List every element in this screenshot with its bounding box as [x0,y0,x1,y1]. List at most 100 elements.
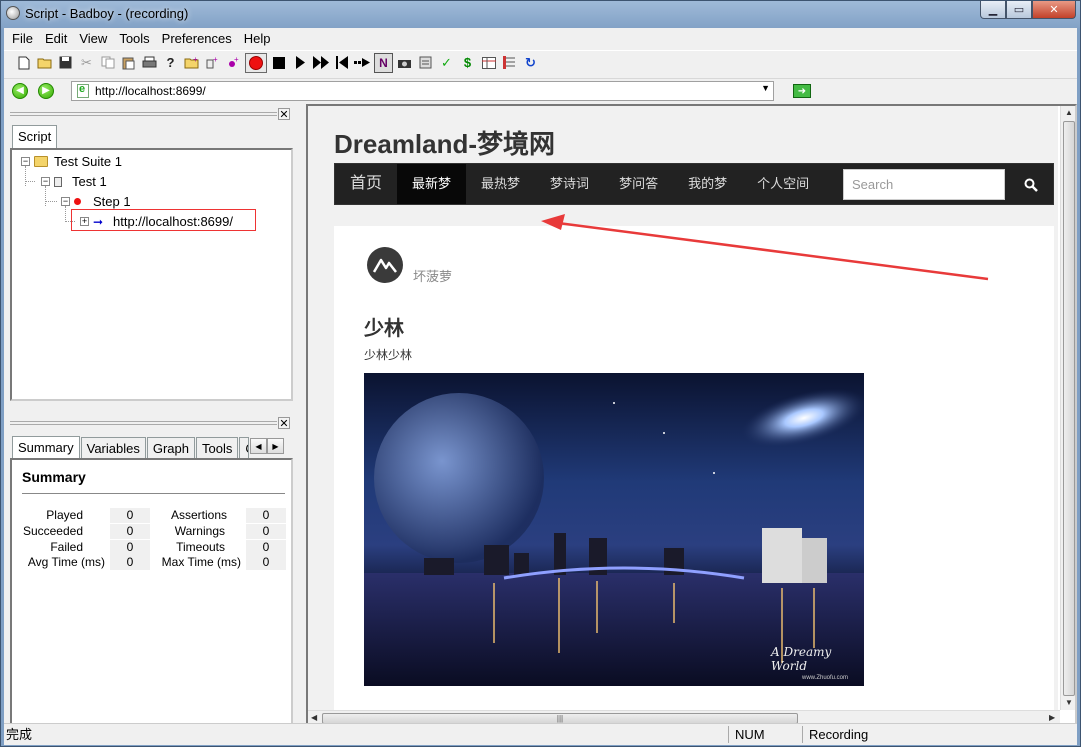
add-folder-icon[interactable]: + [182,53,201,73]
test-label: Test 1 [72,174,107,189]
stat-avgtime-label: Avg Time (ms) [27,555,105,569]
scroll-right-icon[interactable]: ▶ [267,438,284,454]
table-icon[interactable] [479,53,498,73]
list-icon[interactable] [500,53,519,73]
tab-variables[interactable]: Variables [80,437,146,460]
script-panel: ✕ Script − Test Suite 1 − Test 1 − Step … [4,104,301,404]
close-button[interactable]: ✕ [1032,1,1076,19]
stat-failed-label: Failed [50,540,83,554]
step-label: Step 1 [93,194,131,209]
collapse-icon[interactable]: − [21,157,30,166]
print-icon[interactable] [140,53,159,73]
tab-more[interactable]: C [239,437,250,460]
minimize-button[interactable]: ▁ [980,1,1006,19]
camera-icon[interactable] [395,53,414,73]
url-input[interactable]: http://localhost:8699/ ▼ [71,81,774,101]
summary-title: Summary [22,469,86,485]
add-step-icon[interactable]: + [224,53,243,73]
paste-icon[interactable] [119,53,138,73]
stat-assertions-value: 0 [246,508,286,523]
folder-icon [34,156,48,167]
stat-timeouts-value: 0 [246,540,286,555]
scroll-left-icon[interactable]: ◀ [250,438,267,454]
maximize-button[interactable]: ▭ [1006,1,1032,19]
stat-played-label: Played [46,508,83,522]
menu-tools[interactable]: Tools [113,31,155,46]
browser-view: Dreamland-梦境网 首页 最新梦 最热梦 梦诗词 梦问答 我的梦 个人空… [306,104,1077,727]
svg-text:+: + [193,56,198,64]
menu-file[interactable]: File [6,31,39,46]
panel-grip[interactable] [10,421,277,425]
window-title: Script - Badboy - (recording) [25,6,189,21]
forward-icon[interactable]: ▶ [38,82,54,99]
stat-succeeded-value: 0 [110,524,150,539]
highlight-annotation [71,209,256,231]
tab-script[interactable]: Script [12,125,58,148]
tree-node-suite[interactable]: − Test Suite 1 [21,154,122,169]
menu-help[interactable]: Help [238,31,277,46]
n-mode-icon[interactable]: N [374,52,393,73]
stat-played-value: 0 [110,508,150,523]
tree-node-step[interactable]: − Step 1 [61,194,131,209]
panel-close-icon[interactable]: ✕ [278,417,290,430]
status-mode: Recording [802,726,1076,743]
fast-forward-icon[interactable] [311,53,330,73]
tree-node-test[interactable]: − Test 1 [41,174,107,189]
stat-timeouts-label: Timeouts [176,540,225,554]
vertical-scroll-thumb[interactable] [1063,121,1075,696]
vertical-scrollbar[interactable]: ▲ ▼ [1060,106,1075,710]
stat-failed-value: 0 [110,540,150,555]
status-num: NUM [728,726,800,743]
tab-scroll-buttons: ◀ ▶ [250,438,284,454]
svg-text:+: + [234,56,239,64]
collapse-icon[interactable]: − [41,177,50,186]
url-dropdown-icon[interactable]: ▼ [761,83,770,93]
form-icon[interactable] [416,53,435,73]
status-bar: 完成 NUM Recording [4,723,1077,743]
dollar-icon[interactable]: $ [458,53,477,73]
stat-maxtime-label: Max Time (ms) [161,555,241,569]
help-icon[interactable]: ? [161,53,180,73]
title-bar[interactable]: Script - Badboy - (recording) ▁ ▭ ✕ [1,1,1080,27]
back-icon[interactable]: ◀ [12,82,28,99]
url-text: http://localhost:8699/ [95,84,206,98]
stat-succeeded-label: Succeeded [22,524,83,538]
panel-close-icon[interactable]: ✕ [278,108,290,121]
tab-tools[interactable]: Tools [196,437,239,460]
play-icon[interactable] [290,53,309,73]
menu-view[interactable]: View [73,31,113,46]
app-window: Script - Badboy - (recording) ▁ ▭ ✕ File… [0,0,1081,747]
cut-icon[interactable]: ✂ [77,53,96,73]
menu-edit[interactable]: Edit [39,31,73,46]
record-icon[interactable] [245,52,267,73]
summary-panel: ✕ Summary Variables Graph Tools C ◀ ▶ Su… [4,413,301,743]
step-record-icon [74,198,81,205]
add-item-icon[interactable]: + [203,53,222,73]
menu-bar: File Edit View Tools Preferences Help [4,28,1077,48]
divider [22,493,285,494]
save-icon[interactable] [56,53,75,73]
refresh-icon[interactable]: ↻ [521,53,540,73]
tab-summary[interactable]: Summary [12,436,80,459]
open-folder-icon[interactable] [35,53,54,73]
window-controls: ▁ ▭ ✕ [980,1,1076,19]
test-icon [54,176,62,187]
rewind-icon[interactable] [332,53,351,73]
address-bar: ◀ ▶ http://localhost:8699/ ▼ ➜ [4,78,1077,102]
collapse-icon[interactable]: − [61,197,70,206]
navigate-icon[interactable] [353,53,372,73]
go-button[interactable]: ➜ [793,84,811,98]
tab-graph[interactable]: Graph [146,437,195,460]
new-file-icon[interactable] [14,53,33,73]
stop-icon[interactable] [269,53,288,73]
menu-preferences[interactable]: Preferences [156,31,238,46]
annotation-arrow [541,214,989,281]
stat-maxtime-value: 0 [246,555,286,570]
stat-avgtime-value: 0 [110,555,150,570]
check-icon[interactable]: ✓ [437,53,456,73]
panel-grip[interactable] [10,112,277,116]
svg-text:+: + [213,56,218,64]
copy-icon[interactable] [98,53,117,73]
web-page: Dreamland-梦境网 首页 最新梦 最热梦 梦诗词 梦问答 我的梦 个人空… [308,106,1058,710]
badboy-app-icon [6,6,20,20]
